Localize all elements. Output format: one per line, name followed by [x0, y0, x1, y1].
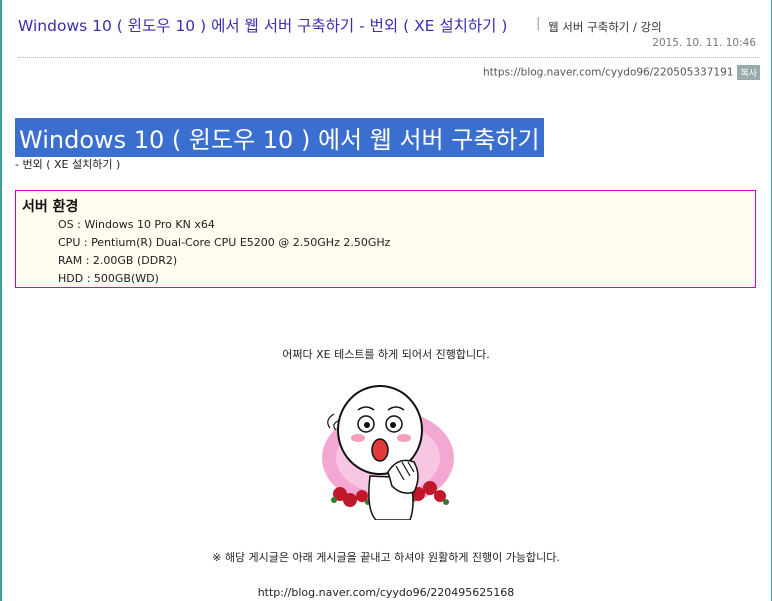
server-environment-title: 서버 환경	[22, 199, 79, 215]
post-header: Windows 10 ( 윈도우 10 ) 에서 웹 서버 구축하기 - 번외 …	[18, 0, 760, 52]
post-url[interactable]: https://blog.naver.com/cyydo96/220505337…	[483, 67, 733, 79]
spec-ram: RAM : 2.00GB (DDR2)	[58, 254, 178, 267]
spec-os: OS : Windows 10 Pro KN x64	[58, 218, 215, 231]
copy-url-button[interactable]: 복사	[737, 65, 760, 80]
post-subheading: - 번외 ( XE 설치하기 )	[15, 158, 121, 171]
shocked-face-sticker-icon	[322, 385, 454, 520]
reference-link[interactable]: http://blog.naver.com/cyydo96/2204956251…	[0, 586, 772, 599]
title-separator: |	[536, 16, 541, 31]
spec-cpu: CPU : Pentium(R) Dual-Core CPU E5200 @ 2…	[58, 236, 391, 249]
intro-text: 어쩌다 XE 테스트를 하게 되어서 진행합니다.	[282, 348, 490, 361]
header-divider	[18, 57, 760, 58]
left-frame-border	[0, 0, 2, 601]
server-environment-box: 서버 환경 OS : Windows 10 Pro KN x64 CPU : P…	[15, 190, 756, 288]
notice-text: ※ 해당 게시글은 아래 게시글을 끝내고 하셔야 원활하게 진행이 가능합니다…	[212, 551, 560, 564]
category-link[interactable]: 웹 서버 구축하기 / 강의	[548, 19, 662, 35]
post-title-link[interactable]: Windows 10 ( 윈도우 10 ) 에서 웹 서버 구축하기 - 번외 …	[18, 14, 507, 36]
post-heading: Windows 10 ( 윈도우 10 ) 에서 웹 서버 구축하기	[15, 118, 544, 157]
spec-hdd: HDD : 500GB(WD)	[58, 272, 159, 285]
post-heading-wrap: Windows 10 ( 윈도우 10 ) 에서 웹 서버 구축하기	[15, 118, 544, 157]
post-url-row: https://blog.naver.com/cyydo96/220505337…	[483, 62, 760, 80]
post-date: 2015. 10. 11. 10:46	[652, 37, 756, 49]
